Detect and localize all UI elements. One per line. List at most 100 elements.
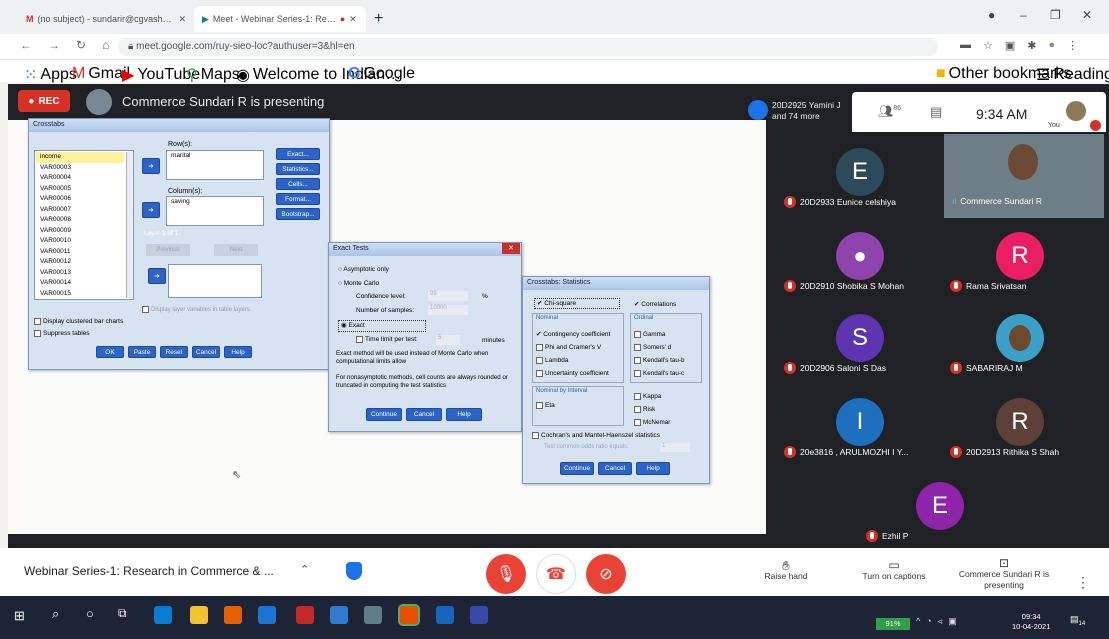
format-button[interactable]: Format... bbox=[276, 193, 320, 205]
bookmark-apps[interactable]: ⁙ Apps bbox=[24, 65, 77, 85]
battery-indicator[interactable]: 91% bbox=[876, 618, 910, 630]
app-icon[interactable] bbox=[364, 606, 382, 624]
somers-checkbox[interactable]: Somers' d bbox=[634, 341, 684, 354]
confidence-field[interactable]: 99 bbox=[428, 291, 468, 301]
wifi-icon[interactable]: ◔ bbox=[926, 616, 931, 627]
volume-icon[interactable]: ◃ bbox=[938, 616, 943, 627]
kendall-b-checkbox[interactable]: Kendall's tau-b bbox=[634, 354, 684, 367]
chi-square-checkbox[interactable]: ✔ Chi-square bbox=[534, 298, 620, 309]
reload-icon[interactable]: ↻ bbox=[76, 38, 86, 52]
windows-start-icon[interactable]: ⊞ bbox=[14, 608, 25, 624]
url-field[interactable]: 🔒︎ meet.google.com/ruy-sieo-loc?authuser… bbox=[118, 38, 938, 56]
risk-checkbox[interactable]: Risk bbox=[634, 403, 670, 416]
star-icon[interactable]: ☆ bbox=[983, 39, 993, 52]
chrome-icon[interactable] bbox=[398, 604, 420, 626]
time-limit-field[interactable]: 5 bbox=[436, 335, 460, 345]
more-options-icon[interactable]: ⋮ bbox=[1076, 574, 1090, 591]
layer-next-button[interactable]: Next bbox=[214, 244, 258, 256]
asymptotic-radio[interactable]: ○ Asymptotic only bbox=[338, 266, 389, 273]
exact-button[interactable]: Exact... bbox=[276, 148, 320, 160]
help-button[interactable]: Help bbox=[636, 462, 670, 475]
layer-table-hint[interactable]: Display layer variables in table layers bbox=[142, 306, 250, 313]
mcnemar-checkbox[interactable]: McNemar bbox=[634, 416, 670, 429]
close-icon[interactable]: ✕ bbox=[349, 14, 357, 25]
list-item[interactable]: VAR00003 bbox=[36, 163, 124, 174]
continue-button[interactable]: Continue bbox=[366, 408, 402, 421]
chat-icon[interactable]: ▤ bbox=[930, 104, 942, 120]
firefox-icon[interactable] bbox=[224, 606, 242, 624]
avatar[interactable]: ● bbox=[1049, 39, 1056, 52]
leave-call-button[interactable]: ☎ bbox=[536, 554, 576, 594]
window-close-button[interactable]: ✕ bbox=[1082, 8, 1092, 22]
list-item[interactable]: VAR00007 bbox=[36, 205, 124, 216]
camera-toggle-button[interactable]: ⊘ bbox=[586, 554, 626, 594]
puzzle-icon[interactable]: ✱ bbox=[1027, 39, 1036, 52]
list-item[interactable]: VAR00008 bbox=[36, 215, 124, 226]
list-item[interactable]: income bbox=[36, 152, 124, 163]
display-clustered-checkbox[interactable]: Display clustered bar charts bbox=[34, 318, 123, 325]
uncertainty-checkbox[interactable]: Uncertainty coefficient bbox=[536, 367, 610, 380]
notification-center[interactable]: ▤14 bbox=[1070, 614, 1085, 627]
tab-gmail[interactable]: M (no subject) - sundarir@cgvash… ✕ bbox=[18, 6, 194, 32]
exact-radio[interactable]: ◉ Exact bbox=[338, 320, 426, 332]
file-explorer-icon[interactable] bbox=[190, 606, 208, 624]
extension-icon[interactable]: ▣ bbox=[1005, 39, 1015, 52]
eta-checkbox[interactable]: Eta bbox=[536, 402, 555, 409]
move-to-columns-button[interactable]: ➔ bbox=[142, 202, 160, 218]
cortana-icon[interactable]: ○ bbox=[86, 606, 94, 621]
list-item[interactable]: VAR00015 bbox=[36, 289, 124, 300]
list-item[interactable]: VAR00006 bbox=[36, 194, 124, 205]
continue-button[interactable]: Continue bbox=[560, 462, 594, 475]
network-icon[interactable]: ▣ bbox=[948, 616, 957, 627]
app-icon[interactable] bbox=[296, 606, 314, 624]
cancel-button[interactable]: Cancel bbox=[192, 346, 220, 358]
list-item[interactable]: VAR00009 bbox=[36, 226, 124, 237]
people-button[interactable]: 👥︎86 bbox=[878, 104, 901, 118]
search-icon[interactable]: ⌕ bbox=[52, 606, 59, 622]
contingency-checkbox[interactable]: ✔ Contingency coefficient bbox=[536, 328, 610, 341]
statistics-button[interactable]: Statistics... bbox=[276, 163, 320, 175]
kappa-checkbox[interactable]: Kappa bbox=[634, 390, 670, 403]
chevron-up-icon[interactable]: ^ bbox=[916, 616, 920, 627]
tab-meet[interactable]: ▶ Meet - Webinar Series-1: Re… ● ✕ bbox=[194, 6, 366, 32]
help-button[interactable]: Help bbox=[446, 408, 482, 421]
cancel-button[interactable]: Cancel bbox=[406, 408, 442, 421]
help-button[interactable]: Help bbox=[224, 346, 252, 358]
list-item[interactable]: VAR00012 bbox=[36, 257, 124, 268]
phi-cramer-checkbox[interactable]: Phi and Cramer's V bbox=[536, 341, 610, 354]
reading-list[interactable]: ☰Reading list bbox=[1036, 65, 1109, 85]
columns-field[interactable]: saving bbox=[166, 196, 264, 226]
home-icon[interactable]: ⌂ bbox=[102, 38, 109, 52]
raise-hand-button[interactable]: ✋︎ Raise hand bbox=[756, 559, 816, 582]
list-item[interactable]: VAR00011 bbox=[36, 247, 124, 258]
list-item[interactable]: VAR00014 bbox=[36, 278, 124, 289]
samples-field[interactable]: 10000 bbox=[428, 305, 468, 315]
bootstrap-button[interactable]: Bootstrap... bbox=[276, 208, 320, 220]
captions-button[interactable]: ▭ Turn on captions bbox=[852, 559, 936, 582]
edge-icon[interactable] bbox=[154, 606, 172, 624]
suppress-tables-checkbox[interactable]: Suppress tables bbox=[34, 330, 90, 337]
forward-icon[interactable]: → bbox=[48, 38, 60, 52]
list-item[interactable]: VAR00004 bbox=[36, 173, 124, 184]
reset-button[interactable]: Reset bbox=[160, 346, 188, 358]
ok-button[interactable]: OK bbox=[96, 346, 124, 358]
camera-permission-icon[interactable]: ▬ bbox=[960, 39, 971, 52]
cmh-checkbox[interactable]: Cochran's and Mantel-Haenszel statistics bbox=[532, 432, 660, 439]
layer-previous-button[interactable]: Previous bbox=[146, 244, 190, 256]
kendall-c-checkbox[interactable]: Kendall's tau-c bbox=[634, 367, 684, 380]
profile-dot-icon[interactable]: ● bbox=[988, 8, 995, 22]
presenting-button[interactable]: ⊡ Commerce Sundari R is presenting bbox=[958, 557, 1050, 591]
close-icon[interactable]: ✕ bbox=[178, 14, 186, 25]
rows-field[interactable]: marital bbox=[166, 150, 264, 180]
minimize-button[interactable]: – bbox=[1020, 8, 1027, 22]
mail-icon[interactable] bbox=[258, 606, 276, 624]
list-item[interactable]: VAR00005 bbox=[36, 184, 124, 195]
close-icon[interactable]: ✕ bbox=[502, 243, 520, 254]
bookmark-maps[interactable]: ⚲ Maps bbox=[186, 65, 240, 85]
correlations-checkbox[interactable]: ✔ Correlations bbox=[634, 300, 676, 308]
list-item[interactable]: VAR00010 bbox=[36, 236, 124, 247]
move-to-rows-button[interactable]: ➔ bbox=[142, 158, 160, 174]
app-icon[interactable] bbox=[330, 606, 348, 624]
monte-carlo-radio[interactable]: ○ Monte Carlo bbox=[338, 280, 379, 287]
chevron-up-icon[interactable]: ⌃ bbox=[300, 563, 309, 576]
